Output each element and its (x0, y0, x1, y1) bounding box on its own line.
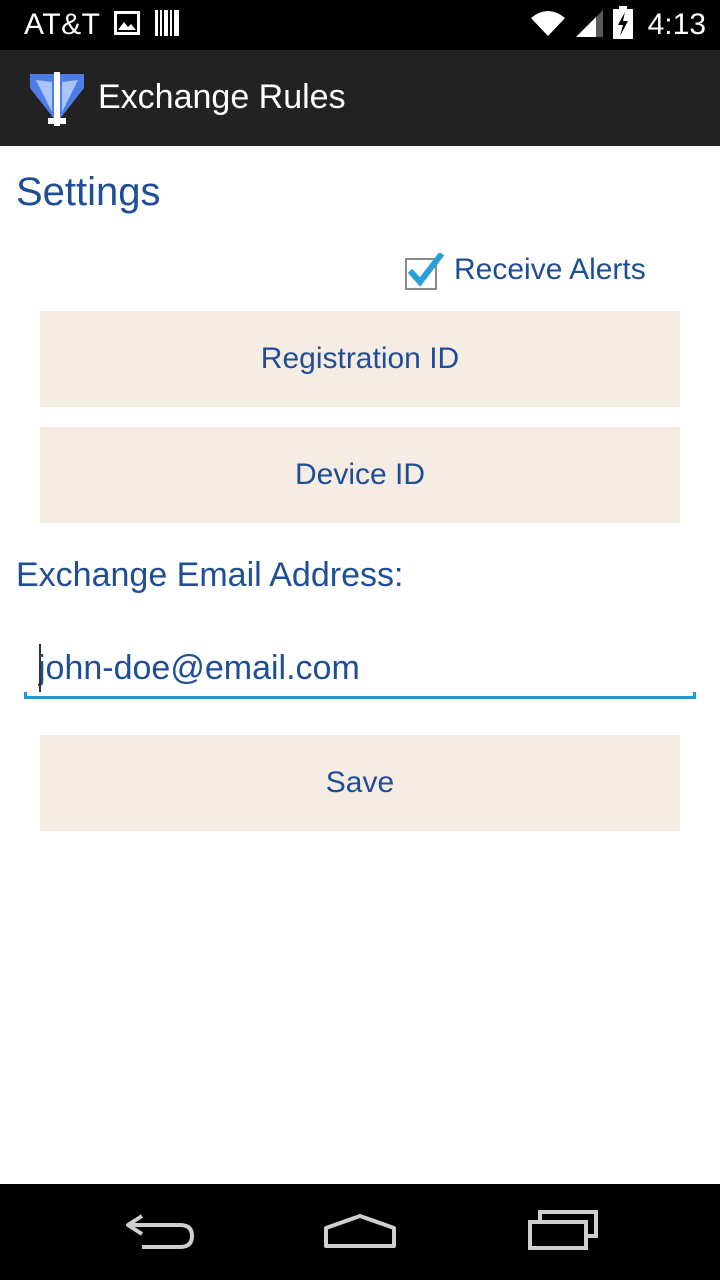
receive-alerts-label: Receive Alerts (454, 253, 646, 286)
settings-screen: Settings Receive Alerts Registration ID … (0, 146, 720, 1184)
action-bar: Exchange Rules (0, 50, 720, 146)
battery-charging-icon (612, 5, 634, 45)
device-id-button[interactable]: Device ID (40, 427, 680, 523)
home-icon[interactable] (320, 1206, 400, 1256)
text-cursor (39, 644, 41, 692)
status-bar: AT&T 4:13 (0, 0, 720, 50)
barcode-icon (154, 9, 180, 42)
signal-icon (574, 8, 604, 43)
email-label: Exchange Email Address: (16, 556, 404, 594)
recents-icon[interactable] (522, 1206, 602, 1256)
image-icon (114, 10, 141, 40)
receive-alerts-checkbox[interactable]: Receive Alerts (404, 250, 646, 290)
email-input[interactable] (38, 640, 688, 696)
input-underline (24, 692, 696, 699)
app-title: Exchange Rules (98, 78, 346, 116)
registration-id-button[interactable]: Registration ID (40, 311, 680, 407)
nav-bar (0, 1184, 720, 1280)
status-right: 4:13 (530, 5, 706, 45)
email-field[interactable] (24, 636, 696, 700)
wifi-icon (530, 8, 566, 43)
status-left: AT&T (24, 8, 180, 42)
page-title: Settings (16, 170, 161, 214)
carrier-label: AT&T (24, 8, 101, 41)
save-button[interactable]: Save (40, 735, 680, 831)
clock: 4:13 (647, 8, 706, 41)
app-logo-icon[interactable] (28, 72, 86, 126)
checkbox-checked-icon[interactable] (404, 251, 445, 290)
back-icon[interactable] (120, 1206, 200, 1256)
